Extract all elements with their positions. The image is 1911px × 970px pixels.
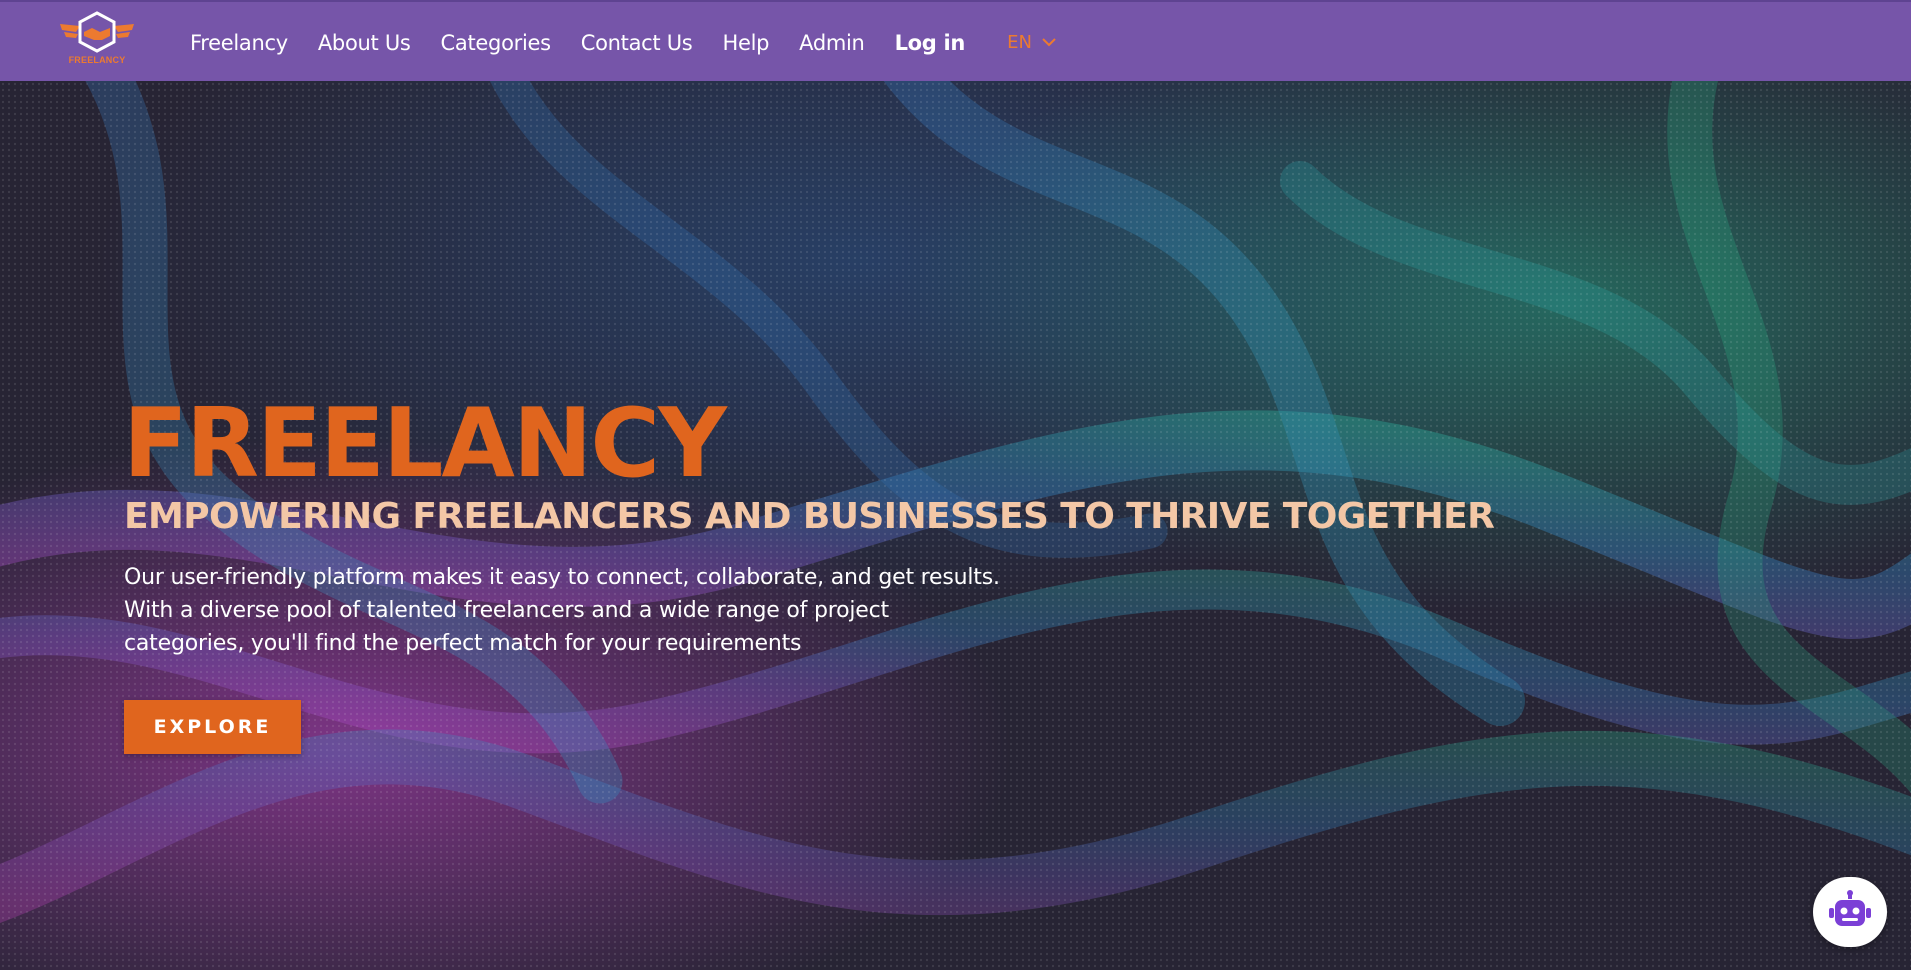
hero-subtitle: EMPOWERING FREELANCERS AND BUSINESSES TO…	[124, 496, 1495, 537]
top-navbar: FREELANCY Freelancy About Us Categories …	[0, 0, 1911, 81]
explore-button[interactable]: EXPLORE	[124, 700, 301, 754]
chatbot-button[interactable]	[1813, 877, 1887, 947]
handshake-hexagon-icon	[60, 11, 134, 53]
logo[interactable]: FREELANCY	[58, 10, 136, 70]
nav-link-contact-us[interactable]: Contact Us	[581, 31, 693, 55]
login-link[interactable]: Log in	[895, 31, 966, 55]
language-label: EN	[1007, 32, 1032, 53]
nav-link-about-us[interactable]: About Us	[318, 31, 411, 55]
nav-link-freelancy[interactable]: Freelancy	[190, 31, 288, 55]
hero-section: FREELANCY EMPOWERING FREELANCERS AND BUS…	[0, 81, 1911, 970]
nav-links: Freelancy About Us Categories Contact Us…	[190, 2, 1056, 83]
robot-icon	[1829, 890, 1871, 926]
language-selector[interactable]: EN	[1007, 32, 1056, 53]
logo-text: FREELANCY	[68, 55, 126, 65]
chevron-down-icon	[1042, 38, 1056, 47]
hero-description: Our user-friendly platform makes it easy…	[124, 565, 1000, 656]
nav-link-admin[interactable]: Admin	[799, 31, 865, 55]
nav-link-help[interactable]: Help	[722, 31, 769, 55]
hero-title: FREELANCY	[123, 389, 727, 499]
nav-link-categories[interactable]: Categories	[441, 31, 552, 55]
